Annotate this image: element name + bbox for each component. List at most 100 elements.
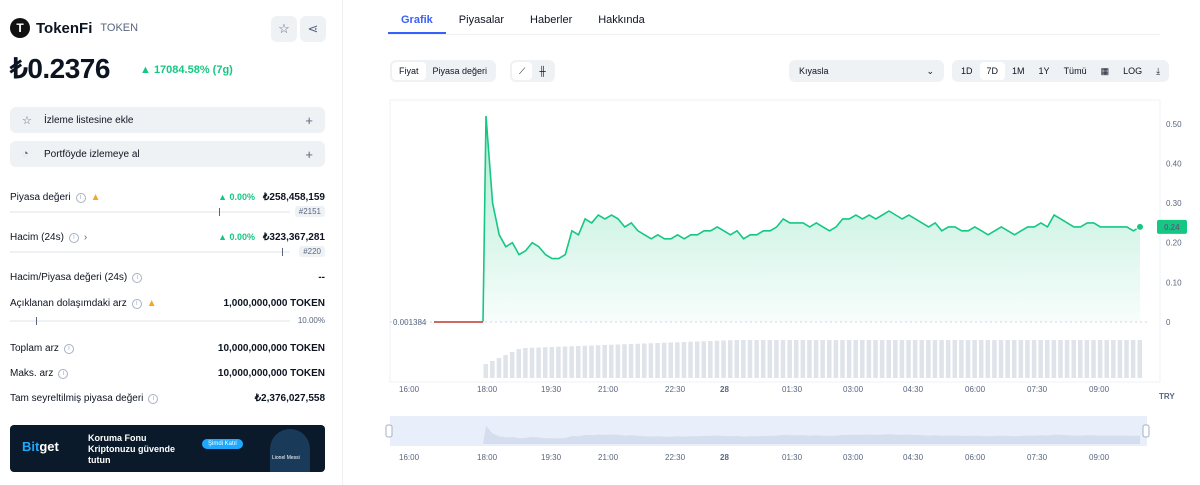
volume-bar xyxy=(483,364,488,378)
volume-bar xyxy=(701,341,706,378)
volume-bar xyxy=(575,346,581,378)
volume-bar xyxy=(681,342,687,378)
volume-bar xyxy=(760,340,766,378)
volume-bar xyxy=(694,341,700,378)
volume-bar xyxy=(985,340,991,378)
volume-bar xyxy=(1071,340,1076,378)
volume-bar xyxy=(648,343,654,378)
volume-bar xyxy=(952,340,958,378)
start-price-label: 0.001384 xyxy=(393,318,427,327)
volume-bar xyxy=(959,340,964,378)
navigator-tick-label: 28 xyxy=(720,453,729,462)
volume-bar xyxy=(582,345,588,378)
navigator-tick-label: 06:00 xyxy=(965,453,986,462)
volume-bar xyxy=(1117,340,1123,378)
volume-bar xyxy=(1038,340,1043,378)
navigator-tick-label: 19:30 xyxy=(541,453,562,462)
volume-bar xyxy=(628,344,634,378)
volume-bar xyxy=(978,340,984,378)
volume-bar xyxy=(893,340,898,378)
x-tick-label: 18:00 xyxy=(477,385,498,394)
navigator-tick-label: 04:30 xyxy=(903,453,924,462)
volume-bar xyxy=(866,340,872,378)
volume-bar xyxy=(853,340,858,378)
x-tick-label: 21:00 xyxy=(598,385,619,394)
price-chart[interactable]: 0.50 0.40 0.30 0.20 0.10 0 0.001384 0.24 16:00 16… xyxy=(0,0,1200,485)
volume-bar xyxy=(509,352,515,378)
volume-bar xyxy=(714,340,720,378)
volume-bar xyxy=(622,344,627,378)
volume-bar xyxy=(542,347,548,378)
volume-bar xyxy=(886,340,891,378)
volume-bar xyxy=(899,340,905,378)
volume-bar xyxy=(1084,340,1090,378)
volume-bar xyxy=(780,340,786,378)
volume-bar xyxy=(1005,340,1010,378)
y-tick-label: 0.40 xyxy=(1166,159,1182,168)
volume-bar xyxy=(1064,340,1070,378)
volume-bar xyxy=(945,340,951,378)
volume-bar xyxy=(1018,340,1024,378)
volume-bar xyxy=(642,343,647,378)
volume-bar xyxy=(734,340,740,378)
navigator-tick-label: 16:00 xyxy=(399,453,420,462)
volume-bar xyxy=(615,344,621,378)
volume-bar xyxy=(516,349,522,378)
navigator-tick-label: 09:00 xyxy=(1089,453,1110,462)
volume-bar xyxy=(668,342,673,378)
navigator-handle-right xyxy=(1142,424,1150,438)
volume-bar xyxy=(965,340,971,378)
last-price-dot xyxy=(1136,222,1144,231)
y-tick-label: 0.50 xyxy=(1166,120,1182,129)
volume-bar xyxy=(840,340,845,378)
volume-bar xyxy=(503,355,508,378)
navigator-tick-label: 21:00 xyxy=(598,453,619,462)
y-tick-label: 0 xyxy=(1166,318,1171,327)
volume-bar xyxy=(807,340,812,378)
price-area xyxy=(483,115,1140,323)
volume-bar xyxy=(675,342,680,378)
volume-bar xyxy=(932,340,938,378)
volume-bar xyxy=(860,340,865,378)
volume-bar xyxy=(727,340,733,378)
volume-bar xyxy=(972,340,977,378)
volume-bar xyxy=(496,358,502,378)
volume-bar xyxy=(1078,340,1083,378)
navigator-tick-label: 03:00 xyxy=(843,453,864,462)
x-tick-label: 07:30 xyxy=(1027,385,1048,394)
navigator-tick-label: 22:30 xyxy=(665,453,686,462)
volume-bar xyxy=(602,345,607,378)
volume-bar xyxy=(1137,340,1142,378)
volume-bar xyxy=(992,340,997,378)
volume-bar xyxy=(1058,340,1063,378)
volume-bar xyxy=(609,344,614,378)
volume-bar xyxy=(846,340,852,378)
volume-bar xyxy=(747,340,753,378)
volume-bar xyxy=(688,341,693,378)
volume-bar xyxy=(1111,340,1116,378)
volume-bar xyxy=(549,347,555,378)
volume-bar xyxy=(787,340,792,378)
volume-bar xyxy=(490,361,495,378)
navigator-tick-label: 07:30 xyxy=(1027,453,1048,462)
volume-bar xyxy=(1091,340,1096,378)
x-tick-label: 06:00 xyxy=(965,385,986,394)
volume-bar xyxy=(595,345,601,378)
x-tick-label: 04:30 xyxy=(903,385,924,394)
volume-bar xyxy=(833,340,839,378)
volume-bar xyxy=(1130,340,1136,378)
volume-bar xyxy=(912,340,918,378)
volume-bar xyxy=(708,341,713,378)
y-tick-label: 0.30 xyxy=(1166,199,1182,208)
volume-bar xyxy=(998,340,1004,378)
volume-bar xyxy=(873,340,878,378)
volume-bar xyxy=(536,347,541,378)
x-tick-label: 16:00 xyxy=(399,385,420,394)
currency-label: TRY xyxy=(1159,392,1175,401)
volume-bar xyxy=(1025,340,1030,378)
volume-bar xyxy=(767,340,773,378)
x-tick-label: 28 xyxy=(720,385,729,394)
volume-bar xyxy=(661,342,667,378)
volume-bar xyxy=(813,340,819,378)
volume-bar xyxy=(523,348,528,378)
